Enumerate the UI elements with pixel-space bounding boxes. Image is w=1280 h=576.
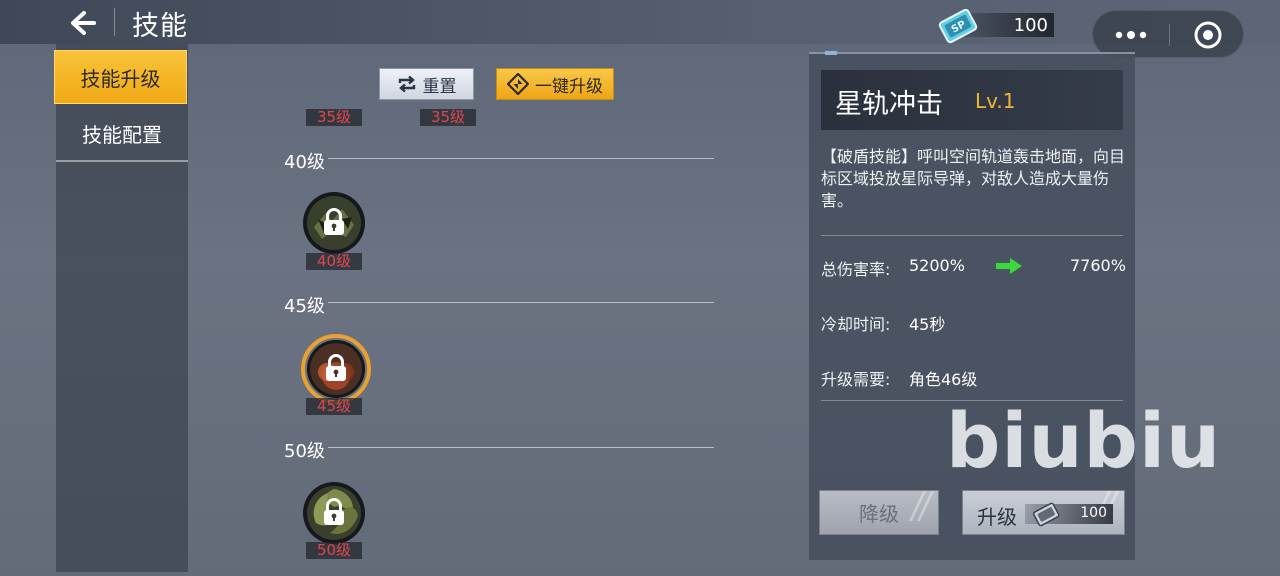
sidebar: 技能升级 技能配置	[54, 44, 188, 572]
section-divider-45	[328, 302, 714, 303]
locked-skill-icon	[303, 192, 365, 254]
requirement-label: 升级需要:	[821, 370, 891, 389]
requirement-value: 角色46级	[909, 370, 978, 389]
skill-node-40[interactable]	[302, 191, 366, 255]
damage-current: 5200%	[909, 256, 965, 275]
panel-notch	[825, 51, 837, 55]
skill-node-50[interactable]	[302, 481, 366, 545]
one-click-upgrade-label: 一键升级	[535, 76, 603, 97]
section-label-40: 40级	[284, 152, 325, 173]
section-divider-50	[328, 447, 714, 448]
upgrade-cost-value: 100	[1080, 505, 1107, 521]
close-button[interactable]	[1170, 11, 1245, 59]
sp-value: 100	[1013, 15, 1048, 36]
refresh-icon	[398, 75, 415, 93]
target-circle-icon	[1194, 21, 1221, 49]
section-label-45: 45级	[284, 296, 325, 317]
level-tag-45: 45级	[306, 398, 362, 415]
level-tag-50: 50级	[306, 542, 362, 559]
tab-skill-upgrade[interactable]: 技能升级	[54, 50, 187, 104]
skill-level: Lv.1	[975, 89, 1016, 113]
upgrade-diamond-icon	[507, 73, 529, 95]
right-arrow-icon	[996, 258, 1022, 274]
watermark: biubiu	[946, 396, 1222, 485]
miniprogram-capsule	[1092, 10, 1244, 58]
damage-label: 总伤害率:	[821, 260, 891, 279]
one-click-upgrade-button[interactable]: 一键升级	[496, 68, 614, 100]
skill-node-45-selected[interactable]	[301, 334, 371, 404]
upgrade-button[interactable]: 升级 100	[962, 490, 1125, 535]
skill-header: 星轨冲击 Lv.1	[821, 70, 1123, 130]
level-tag-35-right: 35级	[420, 109, 476, 126]
damage-next: 7760%	[1070, 256, 1126, 275]
skill-description: 【破盾技能】呼叫空间轨道轰击地面，向目标区域投放星际导弹，对敌人造成大量伤害。	[821, 147, 1126, 210]
panel-divider-top	[821, 235, 1123, 236]
locked-skill-icon	[301, 334, 371, 404]
back-arrow-icon	[71, 11, 96, 35]
downgrade-label: 降级	[859, 502, 899, 526]
tab-skill-config[interactable]: 技能配置	[56, 106, 188, 162]
section-label-50: 50级	[284, 441, 325, 462]
reset-button[interactable]: 重置	[379, 68, 474, 100]
downgrade-button[interactable]: 降级	[819, 490, 939, 535]
upgrade-cost: 100	[1025, 502, 1113, 527]
back-button[interactable]	[66, 6, 100, 40]
reset-label: 重置	[422, 76, 457, 97]
skill-name: 星轨冲击	[835, 89, 943, 120]
page-title: 技能	[132, 11, 188, 42]
section-divider-40	[328, 158, 714, 159]
title-divider	[114, 8, 115, 36]
top-bar: 技能 100 SP	[0, 0, 1280, 44]
sp-currency: 100 SP	[936, 8, 1060, 44]
cooldown-value: 45秒	[909, 315, 946, 334]
sp-ticket-icon	[1032, 502, 1060, 527]
cooldown-label: 冷却时间:	[821, 315, 891, 334]
more-dots-icon	[1115, 31, 1147, 39]
level-tag-40: 40级	[306, 253, 362, 270]
locked-skill-icon	[303, 482, 365, 544]
sp-ticket-icon: SP	[938, 8, 978, 44]
upgrade-label: 升级	[977, 505, 1017, 529]
level-tag-35-left: 35级	[306, 109, 362, 126]
